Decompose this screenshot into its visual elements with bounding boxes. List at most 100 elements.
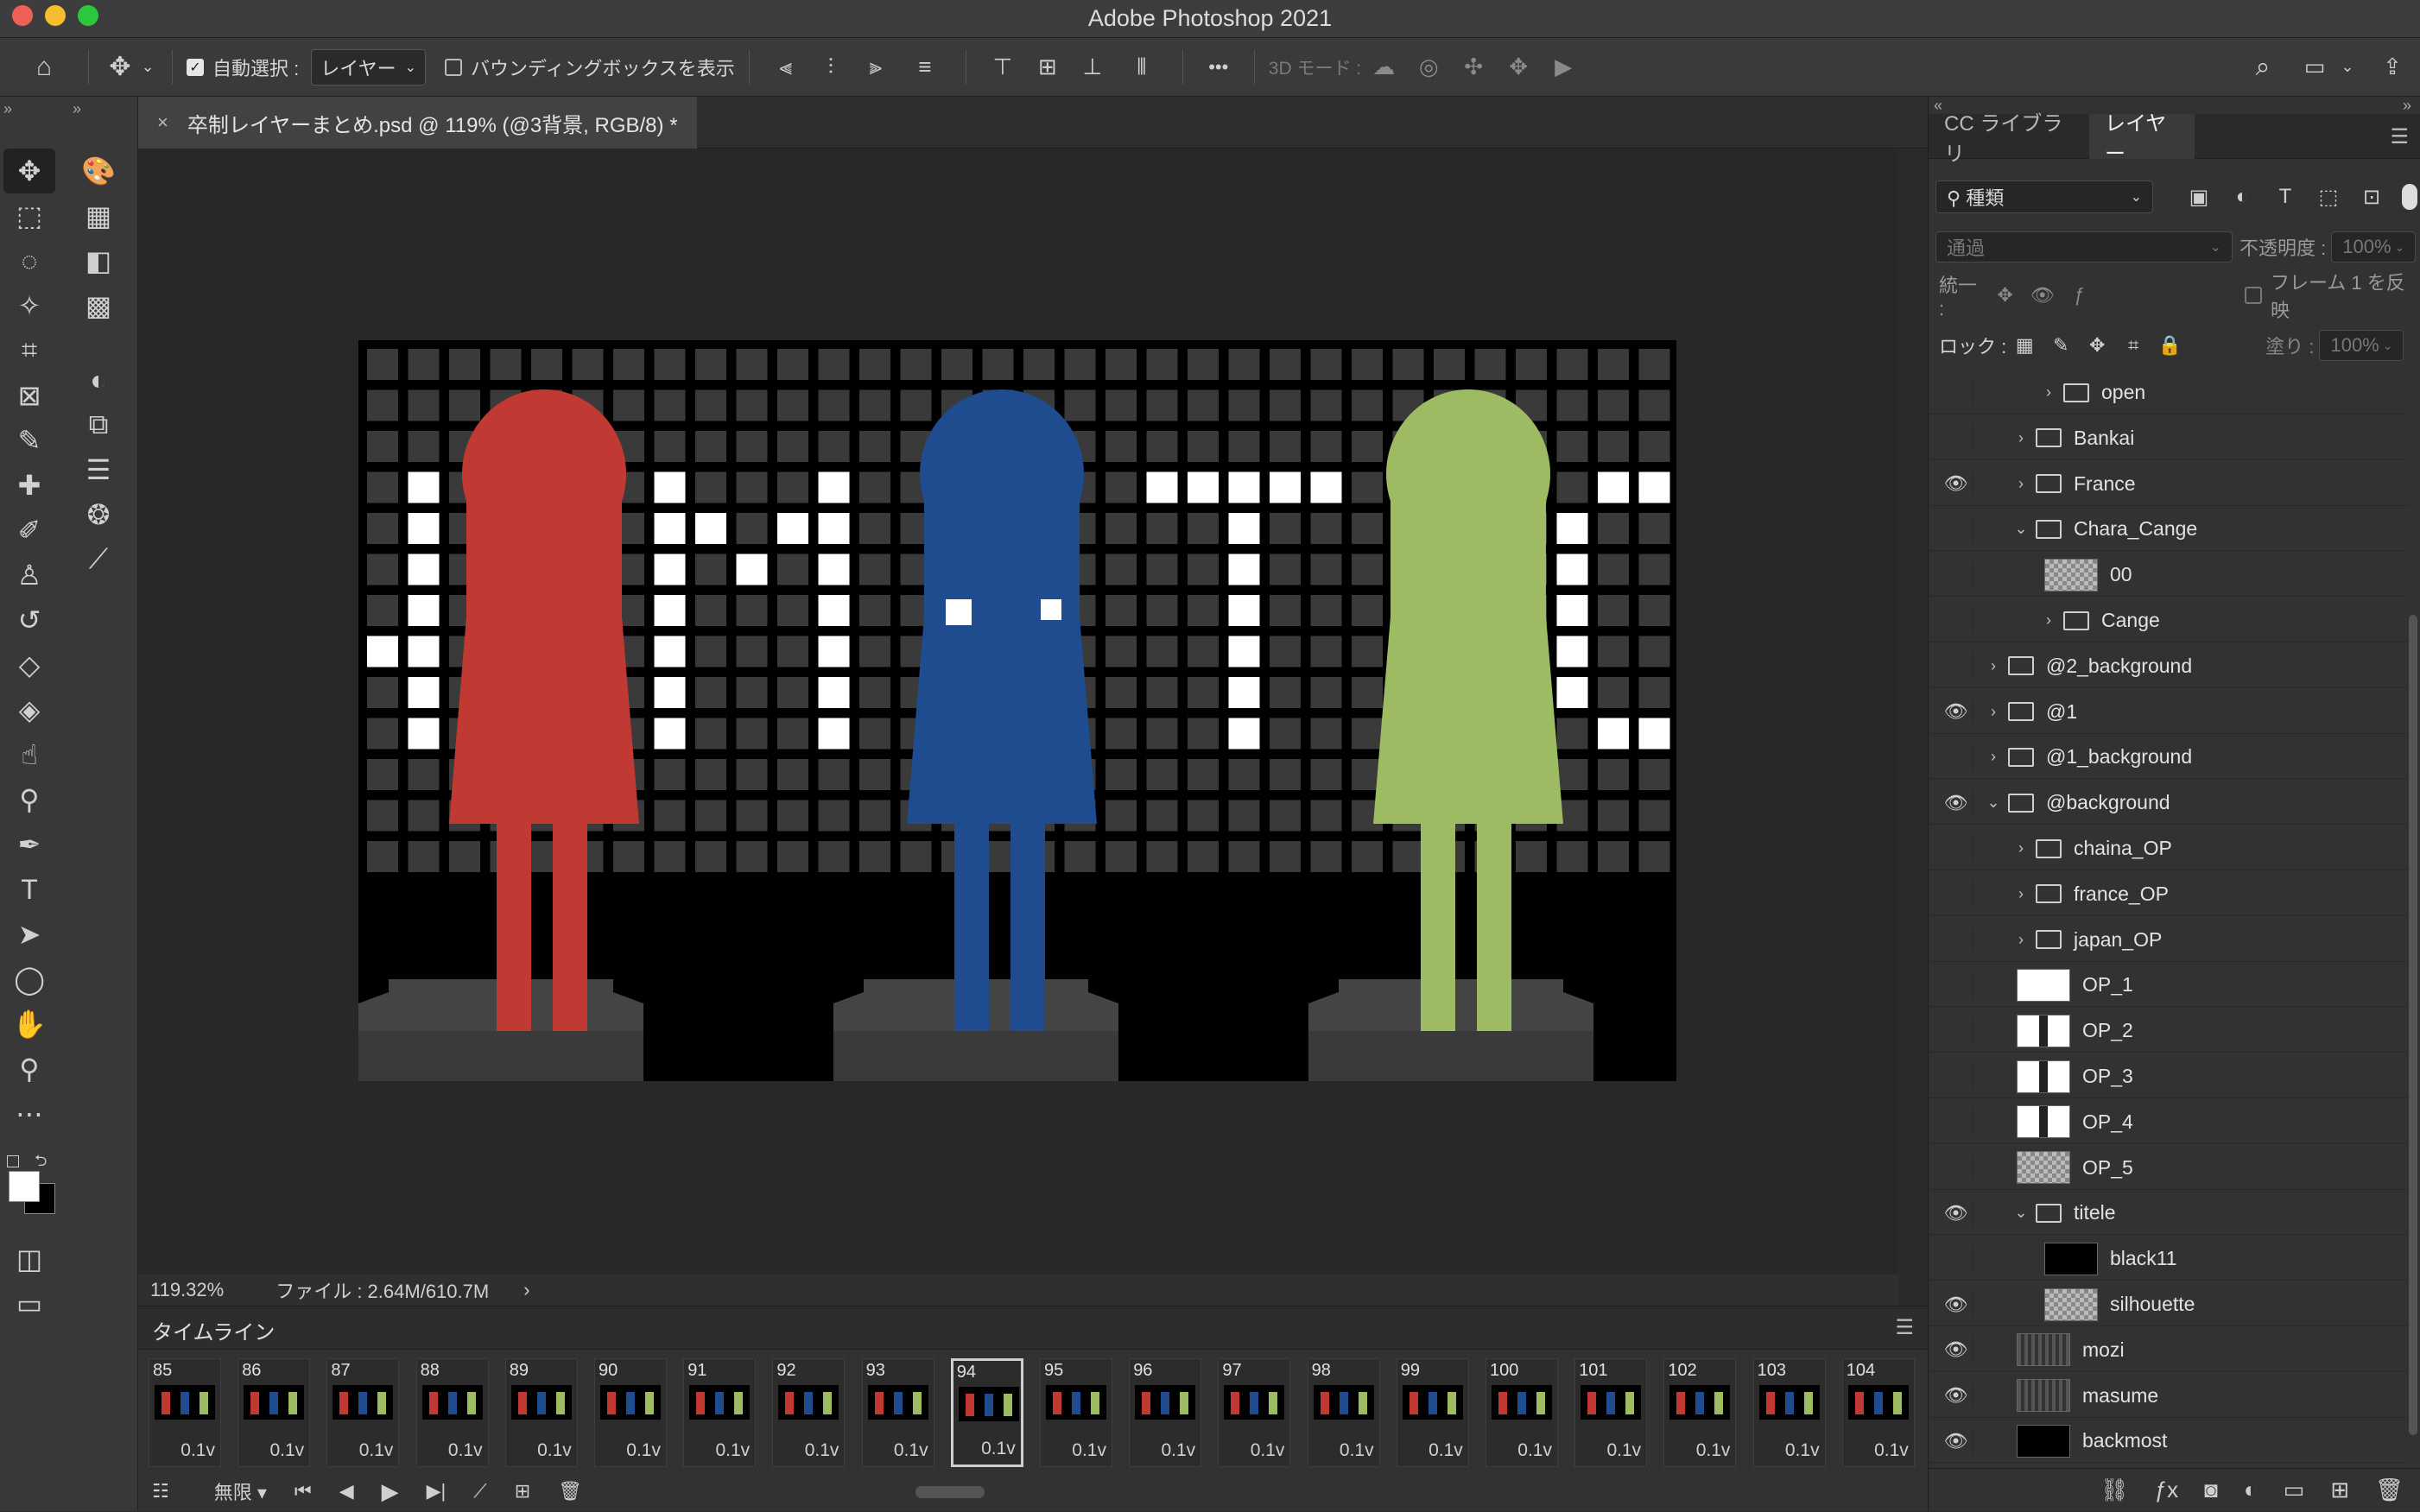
visibility-eye-icon[interactable]: 👁 bbox=[1939, 743, 1973, 770]
3d-roll-icon[interactable]: ◎ bbox=[1406, 54, 1451, 80]
align-middle-icon[interactable]: ⊞ bbox=[1025, 54, 1070, 80]
timeline-frame[interactable]: 85 0.1v bbox=[149, 1358, 221, 1467]
frame-delay[interactable]: 0.1v bbox=[359, 1440, 394, 1461]
visibility-eye-icon[interactable]: 👁 bbox=[1939, 1199, 1973, 1226]
pattern-panel-icon[interactable]: ▩ bbox=[73, 283, 124, 328]
layer-group-row[interactable]: 👁 ⌄ @background bbox=[1929, 781, 2409, 826]
bounding-box-checkbox[interactable] bbox=[444, 58, 462, 76]
frame-delay[interactable]: 0.1v bbox=[1785, 1440, 1820, 1461]
visibility-eye-icon[interactable]: 👁 bbox=[1939, 835, 1973, 862]
expand-arrow-icon[interactable]: › bbox=[2011, 931, 2030, 949]
default-colors-icon[interactable] bbox=[7, 1155, 19, 1167]
expand-arrow-icon[interactable]: › bbox=[1984, 703, 2003, 721]
timeline-frame[interactable]: 91 0.1v bbox=[683, 1358, 757, 1467]
layer-row[interactable]: 👁 OP_4 bbox=[1929, 1101, 2409, 1144]
delete-layer-icon[interactable]: 🗑 bbox=[2375, 1477, 2404, 1503]
tab-layers[interactable]: レイヤー bbox=[2089, 112, 2195, 166]
layer-group-row[interactable]: 👁 › Cange bbox=[1929, 599, 2409, 642]
timeline-frame[interactable]: 103 0.1v bbox=[1752, 1358, 1826, 1467]
expand-arrow-icon[interactable]: › bbox=[2011, 839, 2030, 857]
screen-mode-icon[interactable]: ▭ bbox=[3, 1281, 55, 1326]
visibility-eye-icon[interactable]: 👁 bbox=[1939, 1245, 1973, 1272]
frame-delay[interactable]: 0.1v bbox=[181, 1440, 215, 1461]
visibility-eye-icon[interactable]: 👁 bbox=[1939, 1337, 1973, 1363]
unify-visibility-icon[interactable]: 👁 bbox=[2024, 284, 2061, 307]
expand-arrow-icon[interactable]: ⌄ bbox=[1984, 794, 2003, 812]
visibility-eye-icon[interactable]: 👁 bbox=[1939, 561, 1973, 588]
blend-mode-dropdown[interactable]: 通過 ⌄ bbox=[1935, 231, 2233, 263]
visibility-eye-icon[interactable]: 👁 bbox=[1939, 1017, 1973, 1044]
3d-pan-icon[interactable]: ✣ bbox=[1451, 54, 1496, 80]
layer-group-row[interactable]: 👁 › chaina_OP bbox=[1929, 827, 2409, 870]
opacity-field[interactable]: 100% ⌄ bbox=[2331, 231, 2417, 263]
frame-delay[interactable]: 0.1v bbox=[981, 1439, 1016, 1459]
layer-row[interactable]: 👁 silhouette bbox=[1929, 1283, 2409, 1326]
type-tool-icon[interactable]: T bbox=[3, 867, 55, 912]
visibility-eye-icon[interactable]: 👁 bbox=[1939, 1382, 1973, 1409]
layer-group-row[interactable]: 👁 › open bbox=[1929, 371, 2409, 414]
timeline-frame[interactable]: 97 0.1v bbox=[1218, 1358, 1291, 1467]
tween-icon[interactable]: ⟋ bbox=[473, 1480, 486, 1503]
adjustment-layer-icon[interactable]: ◐ bbox=[2244, 1477, 2258, 1503]
history-brush-icon[interactable]: ↺ bbox=[3, 598, 55, 642]
visibility-eye-icon[interactable]: 👁 bbox=[1939, 425, 1973, 452]
search-icon[interactable]: ⌕ bbox=[2246, 53, 2280, 82]
frame-delay[interactable]: 0.1v bbox=[269, 1440, 304, 1461]
ellipse-tool-icon[interactable]: ◯ bbox=[3, 957, 55, 1002]
distribute-horizontal-icon[interactable]: ≡ bbox=[898, 54, 952, 80]
filter-toggle[interactable] bbox=[2402, 184, 2417, 210]
image-filter-icon[interactable]: ▣ bbox=[2177, 185, 2220, 210]
lock-artboard-icon[interactable]: ⌗ bbox=[2115, 334, 2151, 357]
3d-camera-icon[interactable]: ▶ bbox=[1541, 54, 1586, 80]
grid-panel-icon[interactable]: ▦ bbox=[73, 193, 124, 238]
3d-orbit-icon[interactable]: ☁ bbox=[1361, 54, 1406, 80]
visibility-eye-icon[interactable]: 👁 bbox=[1939, 699, 1973, 725]
layer-style-icon[interactable]: ƒx bbox=[2155, 1477, 2178, 1503]
collapse-icon[interactable]: » bbox=[3, 100, 12, 118]
timeline-title[interactable]: タイムライン bbox=[152, 1315, 275, 1345]
adjustments-icon[interactable]: ◐ bbox=[73, 357, 124, 402]
frame-delay[interactable]: 0.1v bbox=[1072, 1440, 1106, 1461]
more-tools-icon[interactable]: ⋯ bbox=[3, 1091, 55, 1136]
collapse-icon[interactable]: » bbox=[2403, 97, 2411, 115]
propagate-frame-checkbox[interactable] bbox=[2245, 287, 2262, 304]
timeline-frame[interactable]: 87 0.1v bbox=[326, 1358, 400, 1467]
layer-group-row[interactable]: 👁 › @2_background bbox=[1929, 645, 2409, 688]
swatches-icon[interactable]: 🎨 bbox=[73, 149, 124, 193]
visibility-eye-icon[interactable]: 👁 bbox=[1939, 1063, 1973, 1090]
timeline-frame[interactable]: 92 0.1v bbox=[772, 1358, 846, 1467]
layer-row[interactable]: 👁 OP_2 bbox=[1929, 1009, 2409, 1053]
stamp-tool-icon[interactable]: ♙ bbox=[3, 553, 55, 598]
frame-delay[interactable]: 0.1v bbox=[448, 1440, 483, 1461]
3d-slide-icon[interactable]: ✥ bbox=[1496, 54, 1541, 80]
eyedropper-icon[interactable]: ✎ bbox=[3, 418, 55, 463]
timeline-frame[interactable]: 90 0.1v bbox=[594, 1358, 667, 1467]
first-frame-icon[interactable]: ⏮ bbox=[295, 1480, 312, 1503]
collapse-icon[interactable]: » bbox=[73, 100, 81, 118]
align-top-icon[interactable]: ⊤ bbox=[980, 54, 1025, 80]
layer-group-row[interactable]: 👁 › france_OP bbox=[1929, 873, 2409, 916]
frame-delay[interactable]: 0.1v bbox=[626, 1440, 661, 1461]
frame-delay[interactable]: 0.1v bbox=[1696, 1440, 1731, 1461]
paint-bucket-icon[interactable]: ◈ bbox=[3, 687, 55, 732]
timeline-frame[interactable]: 104 0.1v bbox=[1841, 1358, 1915, 1467]
close-tab-icon[interactable]: × bbox=[157, 111, 168, 134]
expand-arrow-icon[interactable]: ⌄ bbox=[2011, 1204, 2030, 1222]
visibility-eye-icon[interactable]: 👁 bbox=[1939, 1109, 1973, 1136]
layer-row[interactable]: 👁 mozi bbox=[1929, 1329, 2409, 1372]
layer-group-row[interactable]: 👁 › @1 bbox=[1929, 691, 2409, 734]
marquee-tool-icon[interactable]: ⬚ bbox=[3, 193, 55, 238]
visibility-eye-icon[interactable]: 👁 bbox=[1939, 516, 1973, 542]
timeline-frame[interactable]: 89 0.1v bbox=[504, 1358, 578, 1467]
timeline-frame[interactable]: 95 0.1v bbox=[1040, 1358, 1112, 1467]
quick-mask-icon[interactable]: ◫ bbox=[3, 1237, 55, 1281]
visibility-eye-icon[interactable]: 👁 bbox=[1939, 1155, 1973, 1181]
layer-row[interactable]: 👁 masume bbox=[1929, 1375, 2409, 1418]
frame-delay[interactable]: 0.1v bbox=[805, 1440, 839, 1461]
hand-tool-icon[interactable]: ✋ bbox=[3, 1002, 55, 1047]
layer-row[interactable]: 👁 OP_1 bbox=[1929, 964, 2409, 1008]
status-menu-arrow[interactable]: › bbox=[523, 1279, 529, 1301]
timeline-frame[interactable]: 96 0.1v bbox=[1129, 1358, 1202, 1467]
unify-position-icon[interactable]: ✥ bbox=[1986, 284, 2024, 307]
new-group-icon[interactable]: ▭ bbox=[2284, 1477, 2305, 1503]
